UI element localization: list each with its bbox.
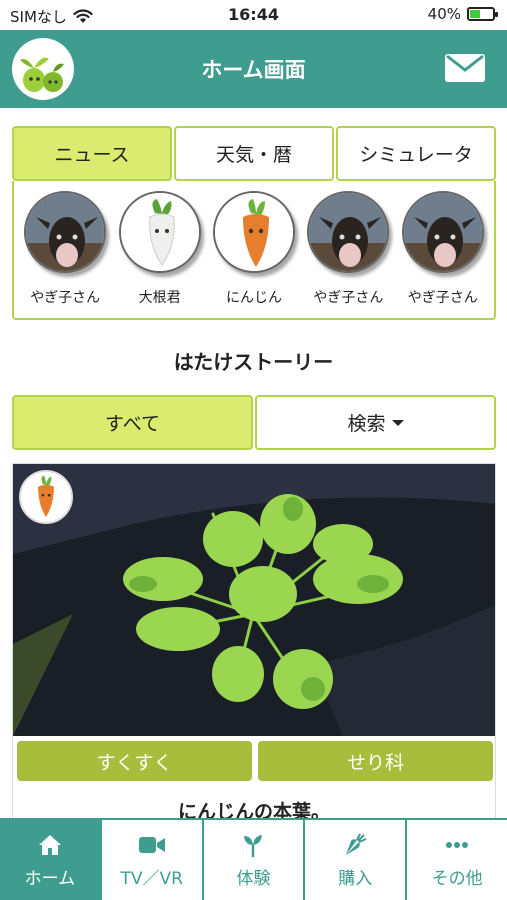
status-bar: SIMなし 16:44 40% xyxy=(0,0,507,30)
bottom-nav: ホーム TV／VR 体験 購入 その他 xyxy=(0,818,507,900)
search-label: 検索 xyxy=(347,413,386,435)
nav-tv-vr-label: TV／VR xyxy=(120,868,183,889)
character-item[interactable]: やぎ子さん xyxy=(303,181,393,318)
tag-label: せり科 xyxy=(346,751,404,774)
carrot-avatar-icon[interactable] xyxy=(212,191,295,273)
caret-down-icon xyxy=(391,419,404,426)
nav-other[interactable]: その他 xyxy=(405,820,507,900)
battery-fill xyxy=(470,10,480,18)
tab-news[interactable]: ニュース xyxy=(12,126,172,181)
character-name: 大根君 xyxy=(138,290,181,306)
sprout-icon xyxy=(240,832,266,858)
tab-simulator[interactable]: シミュレータ xyxy=(336,126,496,181)
filter-tabs: すべて 検索 xyxy=(12,395,496,450)
tab-weather-label: 天気・暦 xyxy=(215,144,292,166)
character-item[interactable]: やぎ子さん xyxy=(398,181,488,318)
mail-icon[interactable] xyxy=(445,54,485,82)
nav-other-label: その他 xyxy=(431,868,483,889)
more-dots-icon xyxy=(444,832,470,858)
story-photo xyxy=(13,464,495,736)
tab-news-label: ニュース xyxy=(54,144,130,166)
filter-all-label: すべて xyxy=(105,413,160,435)
video-camera-icon xyxy=(138,832,165,858)
battery-percent: 40% xyxy=(427,5,461,23)
nav-experience[interactable]: 体験 xyxy=(201,820,304,900)
character-item[interactable]: 大根君 xyxy=(115,181,205,318)
character-item[interactable]: にんじん xyxy=(209,181,299,318)
status-right: 40% xyxy=(427,5,498,23)
filter-all-button[interactable]: すべて xyxy=(12,395,253,450)
nav-purchase-label: 購入 xyxy=(338,868,373,889)
app-header: ホーム画面 xyxy=(0,30,507,108)
tag-button[interactable]: すくすく xyxy=(17,741,252,781)
tab-simulator-label: シミュレータ xyxy=(359,144,473,166)
carrot-icon xyxy=(342,832,368,858)
section-title: はたけストーリー xyxy=(173,350,334,374)
tag-row: すくすく せり科 xyxy=(17,741,493,781)
daikon-avatar-icon[interactable] xyxy=(118,191,201,273)
character-item[interactable]: やぎ子さん xyxy=(20,181,110,318)
story-card[interactable]: すくすく せり科 にんじんの本葉。 xyxy=(12,463,496,823)
nav-tv-vr[interactable]: TV／VR xyxy=(99,820,202,900)
home-icon xyxy=(37,832,63,858)
tag-button[interactable]: せり科 xyxy=(258,741,493,781)
carrot-avatar-icon[interactable] xyxy=(19,470,73,524)
goat-avatar-icon[interactable] xyxy=(401,191,484,273)
character-name: やぎ子さん xyxy=(407,290,478,306)
battery-icon xyxy=(467,7,498,21)
nav-home[interactable]: ホーム xyxy=(0,820,100,900)
nav-home-label: ホーム xyxy=(24,868,76,889)
goat-avatar-icon[interactable] xyxy=(24,191,107,273)
nav-experience-label: 体験 xyxy=(236,868,271,889)
character-name: にんじん xyxy=(225,290,282,306)
top-tabs: ニュース 天気・暦 シミュレータ xyxy=(12,126,496,181)
character-name: やぎ子さん xyxy=(30,290,101,306)
goat-avatar-icon[interactable] xyxy=(307,191,390,273)
character-list: やぎ子さん 大根君 にんじん やぎ子さん やぎ子さん xyxy=(12,181,496,320)
tag-label: すくすく xyxy=(96,751,173,774)
page-title: ホーム画面 xyxy=(201,58,306,82)
nav-purchase[interactable]: 購入 xyxy=(303,820,405,900)
tab-weather[interactable]: 天気・暦 xyxy=(174,126,334,181)
search-dropdown-button[interactable]: 検索 xyxy=(255,395,496,450)
character-name: やぎ子さん xyxy=(313,290,384,306)
